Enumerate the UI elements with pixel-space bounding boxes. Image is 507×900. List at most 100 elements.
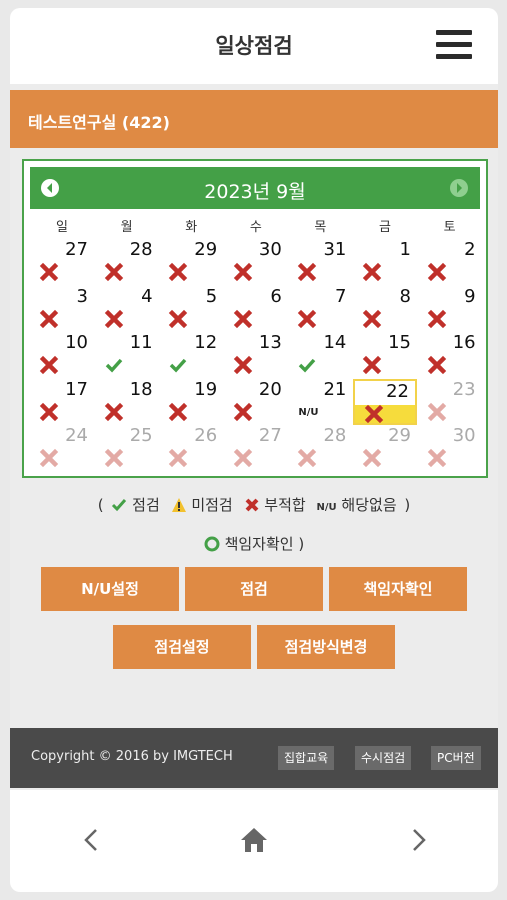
x-icon	[104, 262, 124, 282]
calendar-day[interactable]: 29	[159, 239, 223, 285]
app-screen: 일상점검 테스트연구실 (422) 2023년 9월 일월화수목금토 27 28 2…	[10, 8, 498, 892]
page-title: 일상점검	[215, 34, 293, 58]
day-number: 16	[452, 332, 476, 353]
manager-confirm-button[interactable]: 책임자확인	[329, 567, 467, 611]
x-icon	[245, 498, 258, 512]
calendar-day[interactable]: 10	[30, 332, 94, 378]
inspect-setting-button[interactable]: 점검설정	[113, 625, 251, 669]
x-icon	[233, 448, 253, 468]
nu-setting-button[interactable]: N/U설정	[41, 567, 179, 611]
footer-link-adhoc-inspection[interactable]: 수시점검	[355, 746, 412, 770]
calendar-day[interactable]: 29	[353, 425, 417, 471]
calendar-day[interactable]: 7	[288, 286, 352, 332]
day-number: 18	[129, 378, 153, 400]
legend-nu-label: 해당없음	[341, 496, 397, 514]
day-number: 6	[270, 285, 282, 307]
browser-bottom-nav	[10, 790, 498, 892]
copyright-text: Copyright © 2016 by IMGTECH	[31, 749, 233, 764]
x-icon	[104, 448, 124, 468]
x-icon	[39, 355, 59, 375]
day-number: 19	[194, 378, 218, 400]
calendar-day[interactable]: 24	[30, 425, 94, 471]
calendar-day[interactable]: 30	[418, 425, 482, 471]
footer-link-group-training[interactable]: 집합교육	[278, 746, 335, 770]
back-icon[interactable]	[72, 820, 112, 860]
footer-link-pc-version[interactable]: PC버전	[431, 746, 481, 770]
calendar-day[interactable]: 27	[224, 425, 288, 471]
x-icon	[39, 262, 59, 282]
calendar-day[interactable]: 25	[95, 425, 159, 471]
calendar-day[interactable]: 28	[288, 425, 352, 471]
x-icon	[427, 448, 447, 468]
calendar-day[interactable]: 18	[95, 379, 159, 425]
calendar-day-today[interactable]: 22	[353, 378, 417, 425]
warning-icon	[171, 498, 186, 512]
calendar: 2023년 9월 일월화수목금토 27 28 29 30 31 1 2 3 4 5 6 7 8 9 10 11…	[22, 159, 488, 478]
calendar-day[interactable]: 5	[159, 286, 223, 332]
day-number: 29	[388, 425, 411, 446]
weekday-label: 수	[249, 220, 262, 235]
calendar-day[interactable]: 8	[353, 286, 417, 332]
hamburger-menu-icon[interactable]	[436, 30, 472, 62]
day-number: 4	[141, 285, 153, 307]
calendar-day[interactable]: 2	[418, 239, 482, 285]
lab-name-bar: 테스트연구실 (422)	[10, 90, 498, 148]
inspect-button[interactable]: 점검	[185, 567, 323, 611]
x-icon	[39, 402, 59, 422]
x-icon	[297, 309, 317, 329]
legend-confirm-close-paren: )	[298, 535, 305, 553]
method-change-button[interactable]: 점검방식변경	[257, 625, 395, 669]
day-number: 11	[129, 332, 153, 353]
calendar-day[interactable]: 19	[159, 379, 223, 425]
weekday-label: 월	[120, 220, 133, 235]
x-icon	[427, 309, 447, 329]
legend-check-label: 점검	[132, 496, 160, 514]
x-icon	[168, 262, 188, 282]
calendar-day[interactable]: 12	[159, 332, 223, 378]
check-icon	[168, 355, 188, 375]
day-number: 21	[323, 378, 347, 400]
home-icon[interactable]	[234, 820, 274, 860]
calendar-day[interactable]: 14	[288, 332, 352, 378]
calendar-day[interactable]: 17	[30, 379, 94, 425]
day-number: 12	[194, 332, 218, 353]
weekday-label: 목	[314, 220, 327, 235]
calendar-day[interactable]: 6	[224, 286, 288, 332]
day-number: 5	[205, 285, 218, 307]
calendar-day[interactable]: 16	[418, 332, 482, 378]
calendar-day[interactable]: 20	[224, 379, 288, 425]
x-icon	[168, 309, 188, 329]
x-icon	[362, 309, 382, 329]
calendar-day[interactable]: 23	[418, 379, 482, 425]
calendar-day[interactable]: 3	[30, 286, 94, 332]
footer: Copyright © 2016 by IMGTECH 집합교육 수시점검 PC…	[10, 728, 498, 788]
x-icon	[104, 402, 124, 422]
calendar-day[interactable]: 13	[224, 332, 288, 378]
calendar-day[interactable]: 27	[30, 239, 94, 285]
calendar-day[interactable]: 28	[95, 239, 159, 285]
day-number: 8	[399, 285, 411, 307]
day-number: 10	[65, 332, 88, 353]
calendar-day[interactable]: 30	[224, 239, 288, 285]
day-number: 30	[258, 239, 282, 260]
calendar-day[interactable]: 15	[353, 332, 417, 378]
day-number: 20	[258, 378, 282, 400]
calendar-day[interactable]: 11	[95, 332, 159, 378]
day-number: 22	[386, 380, 409, 402]
next-month-icon[interactable]	[450, 179, 468, 197]
calendar-day[interactable]: 26	[159, 425, 223, 471]
calendar-day[interactable]: 9	[418, 286, 482, 332]
day-number: 9	[464, 285, 476, 307]
circle-icon	[204, 536, 220, 552]
day-number: 27	[258, 425, 282, 446]
calendar-day[interactable]: 1	[353, 239, 417, 285]
day-number: 3	[76, 285, 88, 307]
calendar-day[interactable]: 4	[95, 286, 159, 332]
forward-icon[interactable]	[398, 820, 438, 860]
calendar-day[interactable]: 21 N/U	[288, 379, 352, 425]
calendar-month-label: 2023년 9월	[204, 181, 306, 203]
day-number: 2	[464, 239, 476, 260]
calendar-day[interactable]: 31	[288, 239, 352, 285]
day-number: 28	[129, 239, 153, 260]
day-number: 31	[323, 239, 347, 260]
